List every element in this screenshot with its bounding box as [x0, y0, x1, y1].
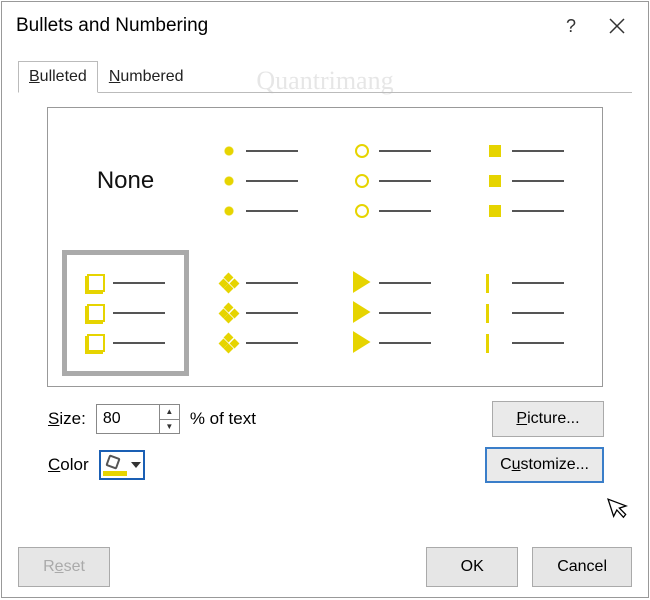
- bullet-style-panel: None: [47, 107, 603, 387]
- bullet-option-dot[interactable]: [195, 118, 322, 244]
- diamonds-icon: [220, 304, 238, 322]
- hollow-box-icon: [87, 304, 105, 322]
- bullet-option-check[interactable]: [461, 250, 588, 376]
- check-icon: [486, 274, 489, 293]
- close-icon: [609, 18, 625, 34]
- size-suffix: % of text: [190, 409, 256, 429]
- ring-icon: [355, 174, 369, 188]
- tab-numbered[interactable]: Numbered: [98, 61, 195, 93]
- spinner-up[interactable]: ▲: [160, 405, 179, 420]
- spinner-down[interactable]: ▼: [160, 420, 179, 434]
- reset-button: Reset: [18, 547, 110, 587]
- bullet-option-ring[interactable]: [328, 118, 455, 244]
- size-spinner[interactable]: ▲ ▼: [96, 404, 180, 434]
- size-label: Size:: [48, 409, 86, 429]
- color-picker[interactable]: [99, 450, 145, 480]
- bullet-option-square[interactable]: [461, 118, 588, 244]
- check-icon: [486, 334, 489, 353]
- bullets-numbering-dialog: Bullets and Numbering ? Quantrimang Bull…: [1, 1, 649, 598]
- arrow-icon: [353, 296, 371, 328]
- ring-icon: [355, 144, 369, 158]
- picture-button[interactable]: Picture...: [492, 401, 604, 437]
- tab-bar: Bulleted Numbered: [18, 60, 632, 93]
- square-icon: [489, 205, 501, 217]
- dialog-footer: Reset OK Cancel: [18, 547, 632, 587]
- square-icon: [489, 145, 501, 157]
- dot-icon: [220, 142, 238, 160]
- controls-area: Size: ▲ ▼ % of text Picture... Color: [18, 401, 632, 483]
- dot-icon: [220, 172, 238, 190]
- bullet-option-diamonds[interactable]: [195, 250, 322, 376]
- help-button[interactable]: ?: [548, 6, 594, 46]
- arrow-icon: [353, 326, 371, 358]
- bullet-option-none[interactable]: None: [62, 118, 189, 244]
- close-button[interactable]: [594, 6, 640, 46]
- square-icon: [489, 175, 501, 187]
- dot-icon: [220, 202, 238, 220]
- ok-button[interactable]: OK: [426, 547, 518, 587]
- chevron-down-icon: [131, 462, 141, 468]
- none-label: None: [97, 167, 154, 195]
- paint-bucket-icon: [103, 454, 127, 476]
- arrow-icon: [353, 266, 371, 298]
- check-icon: [486, 304, 489, 323]
- hollow-box-icon: [87, 274, 105, 292]
- titlebar: Bullets and Numbering ?: [2, 2, 648, 50]
- size-input[interactable]: [97, 405, 159, 433]
- hollow-box-icon: [87, 334, 105, 352]
- diamonds-icon: [220, 274, 238, 292]
- dialog-content: Bulleted Numbered None: [2, 50, 648, 493]
- bullet-option-hollow-box[interactable]: [62, 250, 189, 376]
- cancel-button[interactable]: Cancel: [532, 547, 632, 587]
- ring-icon: [355, 204, 369, 218]
- mouse-cursor-icon: [606, 492, 635, 529]
- color-label: Color: [48, 455, 89, 475]
- bullet-option-arrow[interactable]: [328, 250, 455, 376]
- tab-bulleted[interactable]: Bulleted: [18, 61, 98, 93]
- diamonds-icon: [220, 334, 238, 352]
- dialog-title: Bullets and Numbering: [16, 15, 548, 37]
- customize-button[interactable]: Customize...: [485, 447, 604, 483]
